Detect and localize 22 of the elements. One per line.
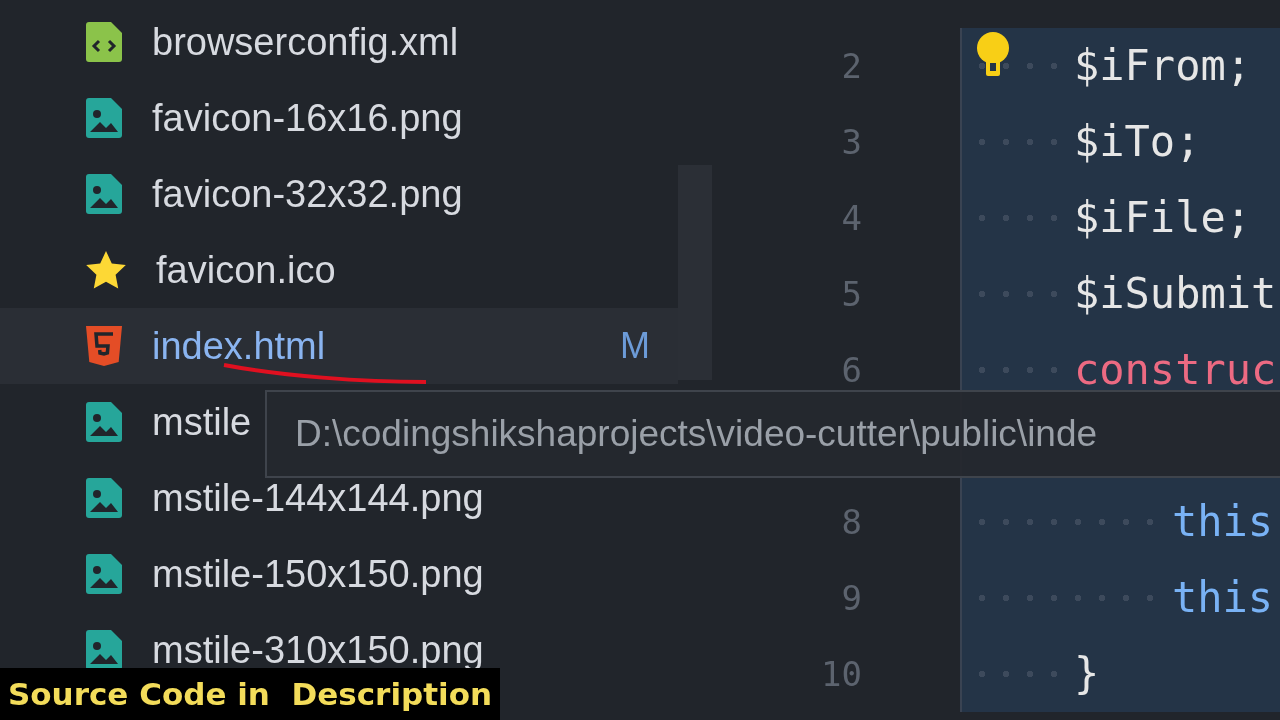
file-name: mstile-150x150.png <box>152 552 484 596</box>
line-number: 3 <box>840 122 862 162</box>
file-name: index.html <box>152 324 326 368</box>
code-text: this <box>1172 505 1274 539</box>
code-text: this <box>1172 581 1274 615</box>
file-name: mstile-144x144.png <box>152 476 484 520</box>
file-name: mstile <box>152 400 252 444</box>
file-name: browserconfig.xml <box>152 20 459 64</box>
line-number: 9 <box>840 578 862 618</box>
line-number: 4 <box>840 198 862 238</box>
code-text: construc <box>1074 353 1277 387</box>
git-status: M <box>620 325 650 367</box>
line-number: 8 <box>840 502 862 542</box>
file-name: favicon.ico <box>156 248 336 292</box>
caption-overlay: Source Code in Description <box>0 668 500 720</box>
line-number: 6 <box>840 350 862 390</box>
line-number: 5 <box>840 274 862 314</box>
file-name: favicon-32x32.png <box>152 172 463 216</box>
line-number: 2 <box>840 46 862 86</box>
tooltip-text: D:\codingshikshaprojects\video-cutter\public\inde <box>295 413 1098 455</box>
line-number: 10 <box>820 654 862 694</box>
file-name: favicon-16x16.png <box>152 96 463 140</box>
